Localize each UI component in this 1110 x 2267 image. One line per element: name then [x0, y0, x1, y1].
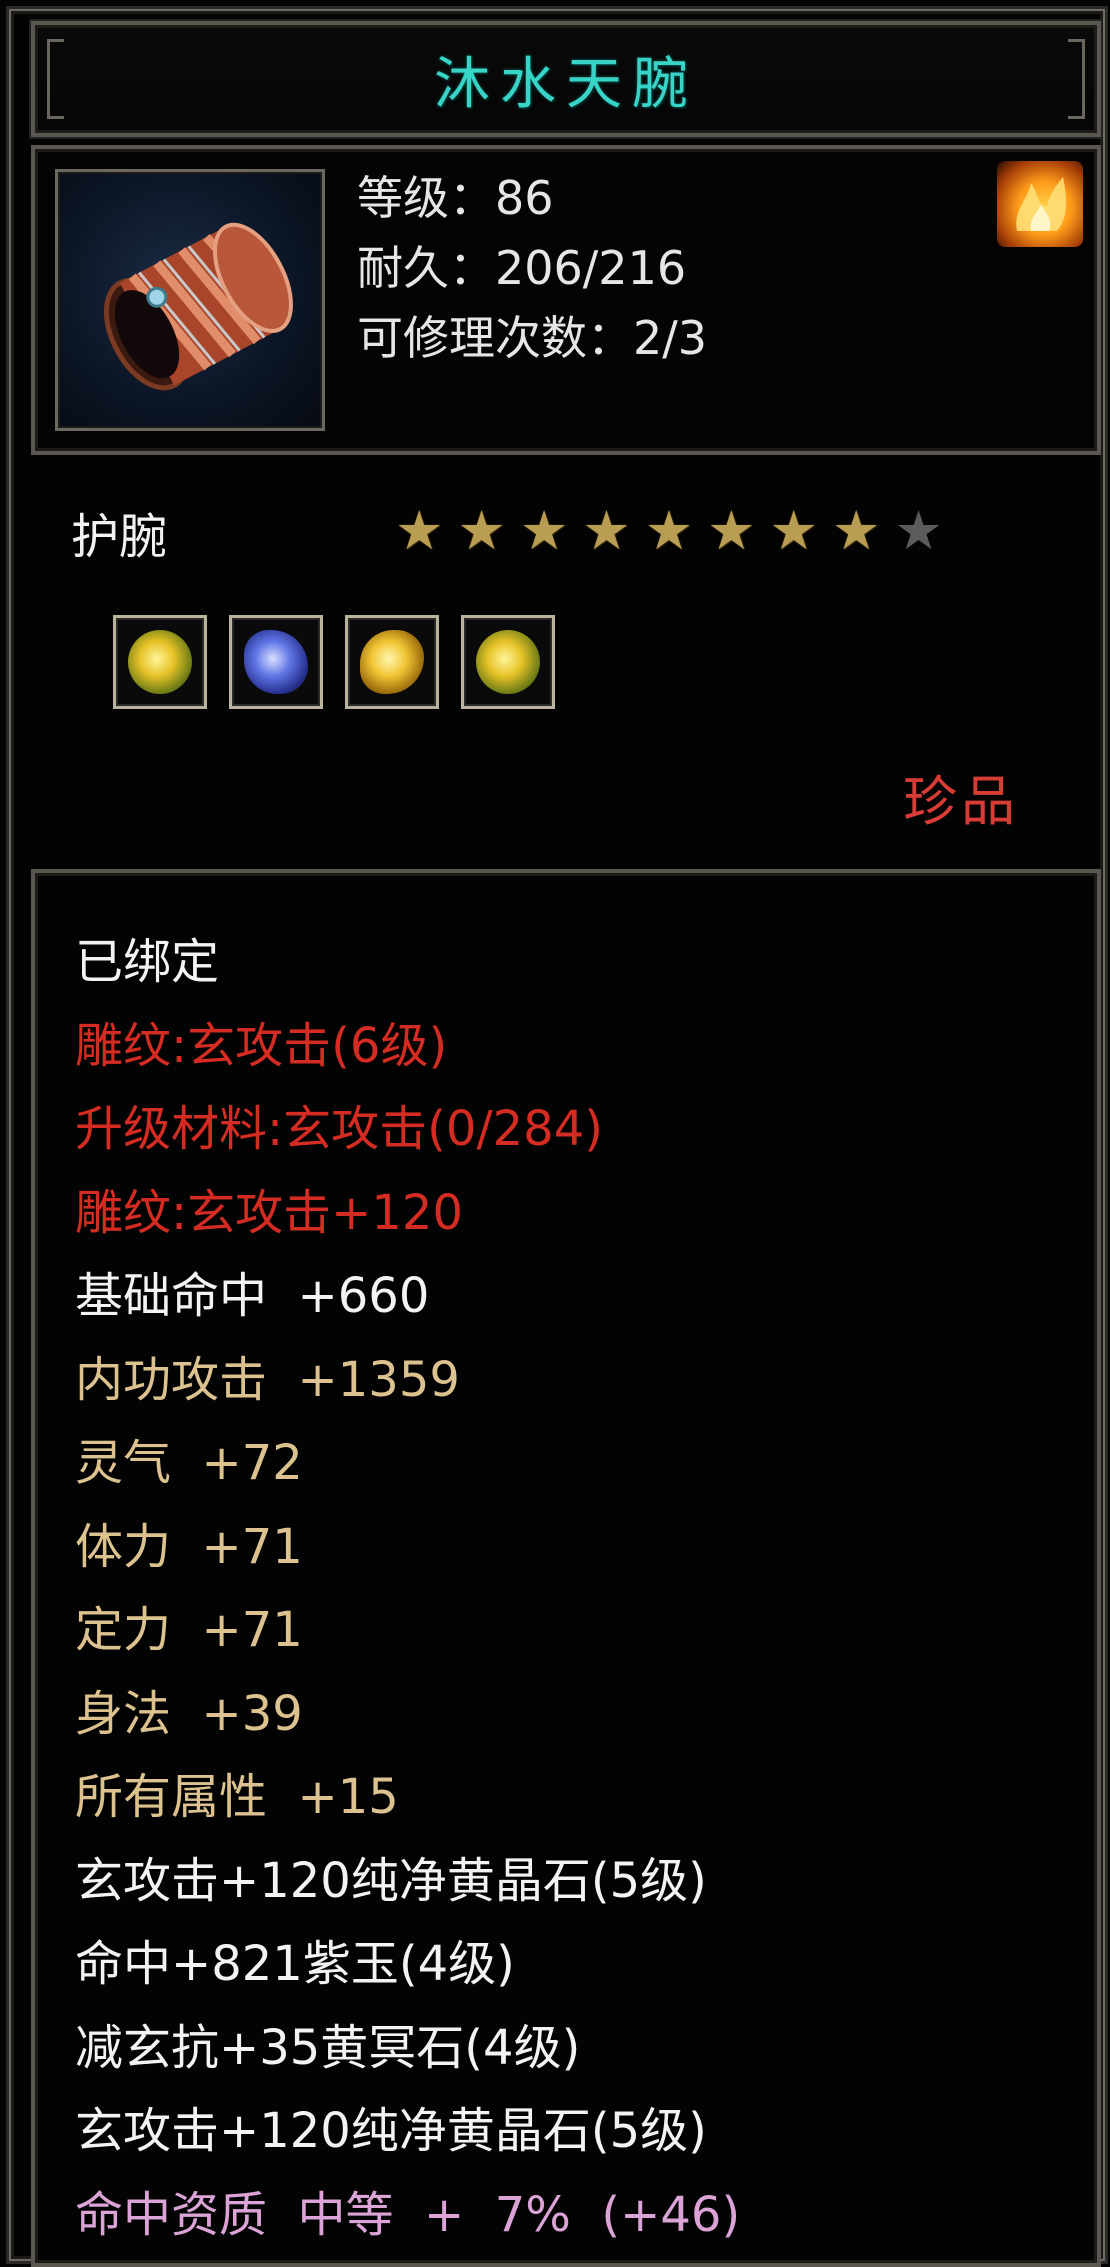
star-filled-icon: ★	[831, 499, 881, 562]
item-type: 护腕	[71, 509, 168, 565]
item-durability: 耐久：206/216	[357, 241, 687, 295]
attribute-line: 基础命中 +660	[75, 1268, 430, 1324]
star-filled-icon: ★	[395, 499, 444, 562]
star-empty-icon: ★	[894, 499, 943, 562]
attribute-panel: 已绑定 雕纹:玄攻击(6级) 升级材料:玄攻击(0/284) 雕纹:玄攻击+12…	[31, 869, 1101, 2267]
star-filled-icon: ★	[707, 499, 756, 562]
attribute-line: 减玄抗+35黄冥石(4级)	[75, 2019, 581, 2076]
attribute-line: 雕纹:玄攻击+120	[75, 1184, 464, 1241]
attribute-list: 已绑定 雕纹:玄攻击(6级) 升级材料:玄攻击(0/284) 雕纹:玄攻击+12…	[75, 921, 740, 2257]
star-filled-icon: ★	[582, 499, 631, 562]
bracer-icon	[103, 222, 293, 391]
item-name: 沐水天腕	[434, 51, 698, 117]
star-rating: ★ ★ ★ ★ ★ ★ ★ ★ ★	[395, 501, 943, 561]
attribute-line: 体力 +71	[75, 1518, 303, 1575]
item-rarity: 珍品	[903, 770, 1019, 833]
star-filled-icon: ★	[644, 499, 694, 562]
attribute-line: 定力 +71	[75, 1602, 303, 1658]
attribute-line: 命中+821紫玉(4级)	[75, 1936, 515, 1992]
star-filled-icon: ★	[457, 499, 506, 562]
attribute-line: 雕纹:玄攻击(6级)	[75, 1017, 448, 1074]
item-icon-slot[interactable]	[55, 169, 325, 431]
attribute-line: 内功攻击 +1359	[75, 1351, 460, 1408]
item-tooltip: 沐水天腕 等级：86 耐久：206/216 可修理次数：2/3 护腕 ★ ★ ★…	[6, 6, 1108, 2267]
item-repair-count: 可修理次数：2/3	[357, 311, 708, 365]
gem-sockets	[113, 615, 555, 709]
yellow-green-crystal-gem-icon[interactable]	[113, 615, 207, 709]
title-bar: 沐水天腕	[31, 21, 1101, 137]
attribute-line: 已绑定	[75, 934, 220, 990]
blue-jade-gem-icon[interactable]	[229, 615, 323, 709]
attribute-line: 升级材料:玄攻击(0/284)	[75, 1101, 603, 1157]
star-filled-icon: ★	[769, 499, 818, 562]
flame-icon	[997, 161, 1083, 247]
yellow-green-crystal-gem-icon[interactable]	[461, 615, 555, 709]
star-filled-icon: ★	[519, 499, 569, 562]
attribute-line: 命中资质 中等 + 7% (+46)	[75, 2186, 741, 2243]
attribute-line: 玄攻击+120纯净黄晶石(5级)	[75, 1852, 707, 1909]
yellow-crystal-gem-icon[interactable]	[345, 615, 439, 709]
attribute-line: 所有属性 +15	[75, 1769, 399, 1825]
item-info-panel: 等级：86 耐久：206/216 可修理次数：2/3	[31, 145, 1101, 455]
item-stats-top: 等级：86 耐久：206/216 可修理次数：2/3	[357, 163, 707, 373]
attribute-line: 玄攻击+120纯净黄晶石(5级)	[75, 2103, 707, 2159]
attribute-line: 灵气 +72	[75, 1435, 303, 1491]
item-level: 等级：86	[357, 171, 554, 225]
attribute-line: 身法 +39	[75, 1685, 303, 1742]
